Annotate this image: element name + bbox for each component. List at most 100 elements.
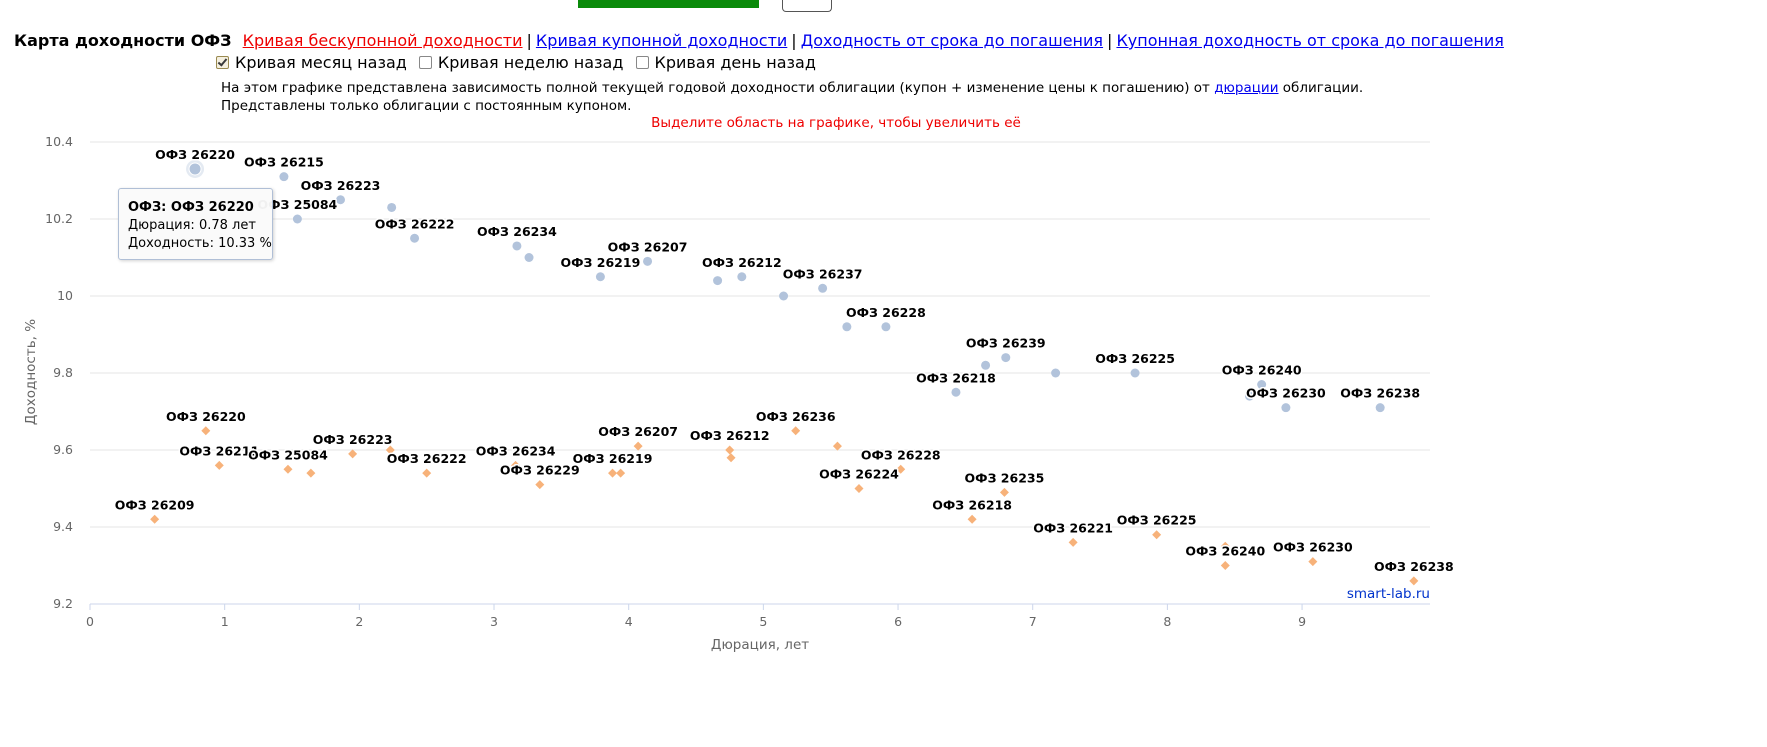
- point-label: ОФЗ 26238: [1340, 386, 1420, 401]
- data-point-month-ago[interactable]: [535, 480, 545, 490]
- point-label: ОФЗ 26221: [1033, 520, 1113, 535]
- data-point-current[interactable]: [951, 387, 961, 397]
- point-labels: ОФЗ 26220ОФЗ 26215ОФЗ 25084ОФЗ 26223ОФЗ …: [113, 145, 1455, 575]
- x-tick-label: 6: [894, 614, 902, 629]
- point-label: ОФЗ 26240: [1222, 363, 1302, 378]
- zoom-hint: Выделите область на графике, чтобы увели…: [651, 115, 1021, 131]
- data-point-month-ago[interactable]: [725, 445, 735, 455]
- point-label: ОФЗ 26234: [477, 224, 557, 239]
- point-label: ОФЗ 26225: [1095, 351, 1175, 366]
- point-label: ОФЗ 26225: [1117, 513, 1197, 528]
- data-point-month-ago[interactable]: [999, 487, 1009, 497]
- point-label: ОФЗ 26215: [244, 155, 324, 170]
- point-label: ОФЗ 26207: [608, 239, 688, 254]
- data-point-month-ago[interactable]: [283, 464, 293, 474]
- point-label: ОФЗ 26212: [702, 255, 782, 270]
- y-tick-label: 10.2: [45, 211, 73, 226]
- data-point-month-ago[interactable]: [1409, 576, 1419, 586]
- data-point-month-ago[interactable]: [608, 468, 618, 478]
- point-label: ОФЗ 26234: [476, 443, 556, 458]
- point-label: ОФЗ 26218: [916, 370, 996, 385]
- point-label: ОФЗ 26209: [115, 497, 195, 512]
- data-point-current[interactable]: [779, 291, 789, 301]
- data-point-month-ago[interactable]: [616, 468, 626, 478]
- point-label: ОФЗ 26223: [313, 432, 393, 447]
- data-point-month-ago[interactable]: [1152, 530, 1162, 540]
- tooltip-bond: ОФЗ: ОФЗ 26220: [128, 200, 254, 215]
- point-label: ОФЗ 26224: [819, 467, 899, 482]
- data-point-current[interactable]: [1051, 368, 1061, 378]
- point-label: ОФЗ 26223: [301, 178, 381, 193]
- data-point-month-ago[interactable]: [348, 449, 358, 459]
- point-label: ОФЗ 26207: [598, 424, 678, 439]
- data-point-current[interactable]: [512, 241, 522, 251]
- data-point-month-ago[interactable]: [854, 484, 864, 493]
- data-point-month-ago[interactable]: [633, 441, 643, 451]
- data-point-current[interactable]: [387, 202, 397, 212]
- x-tick-label: 2: [355, 614, 363, 629]
- data-point-current[interactable]: [335, 195, 345, 205]
- tooltip-duration: Дюрация: 0.78 лет: [128, 218, 256, 233]
- point-label: ОФЗ 26220: [155, 147, 235, 162]
- x-tick-label: 7: [1029, 614, 1037, 629]
- data-point-current[interactable]: [643, 256, 653, 266]
- data-point-month-ago[interactable]: [306, 468, 316, 478]
- data-point-month-ago[interactable]: [1308, 557, 1318, 567]
- data-point-current[interactable]: [818, 283, 828, 293]
- y-tick-label: 10: [57, 288, 73, 303]
- x-tick-label: 4: [625, 614, 633, 629]
- data-point-current[interactable]: [188, 162, 202, 176]
- data-point-current[interactable]: [279, 172, 289, 182]
- x-tick-label: 5: [759, 614, 767, 629]
- data-point-month-ago[interactable]: [967, 514, 977, 524]
- data-point-month-ago[interactable]: [726, 453, 736, 463]
- point-label: ОФЗ 26235: [965, 470, 1045, 485]
- data-point-month-ago[interactable]: [832, 441, 842, 451]
- x-tick-label: 8: [1163, 614, 1171, 629]
- data-point-month-ago[interactable]: [1068, 537, 1078, 547]
- tooltip-yield: Доходность: 10.33 %: [128, 236, 272, 251]
- credit-link[interactable]: smart-lab.ru: [1347, 586, 1430, 602]
- y-axis-title: Доходность, %: [23, 319, 39, 425]
- data-point-current[interactable]: [713, 276, 723, 286]
- data-point-current[interactable]: [292, 214, 302, 224]
- data-point-month-ago[interactable]: [1220, 561, 1230, 570]
- data-point-month-ago[interactable]: [422, 468, 432, 478]
- point-tooltip: ОФЗ: ОФЗ 26220 Дюрация: 0.78 лет Доходно…: [118, 188, 273, 260]
- data-point-month-ago[interactable]: [791, 426, 801, 436]
- y-tick-label: 9.2: [53, 596, 73, 611]
- y-tick-label: 9.6: [53, 442, 73, 457]
- point-label: ОФЗ 26229: [500, 463, 580, 478]
- data-point-current[interactable]: [981, 360, 991, 370]
- point-label: ОФЗ 26220: [166, 409, 246, 424]
- data-point-current[interactable]: [595, 272, 605, 282]
- data-point-current[interactable]: [1281, 403, 1291, 413]
- point-label: ОФЗ 26228: [861, 447, 941, 462]
- point-label: ОФЗ 26228: [846, 305, 926, 320]
- point-label: ОФЗ 26236: [756, 409, 836, 424]
- point-label: ОФЗ 26212: [690, 428, 770, 443]
- yield-scatter-chart[interactable]: Выделите область на графике, чтобы увели…: [0, 0, 1767, 747]
- point-label: ОФЗ 26219: [561, 255, 641, 270]
- x-axis-title: Дюрация, лет: [711, 637, 809, 653]
- point-label: ОФЗ 26219: [573, 451, 653, 466]
- data-point-current[interactable]: [1130, 368, 1140, 378]
- data-point-month-ago[interactable]: [201, 426, 211, 436]
- data-point-current[interactable]: [737, 272, 747, 282]
- point-label: ОФЗ 26218: [932, 497, 1012, 512]
- data-point-current[interactable]: [1001, 353, 1011, 363]
- data-point-month-ago[interactable]: [214, 460, 224, 470]
- point-label: ОФЗ 26230: [1273, 540, 1353, 555]
- point-label: ОФЗ 26240: [1185, 544, 1265, 559]
- x-tick-label: 9: [1298, 614, 1306, 629]
- data-point-month-ago[interactable]: [150, 514, 160, 524]
- y-tick-label: 10.4: [45, 134, 73, 149]
- data-point-current[interactable]: [881, 322, 891, 332]
- data-point-current[interactable]: [410, 233, 420, 243]
- point-label: ОФЗ 26222: [387, 451, 467, 466]
- data-point-current[interactable]: [524, 253, 534, 262]
- point-label: ОФЗ 26230: [1246, 386, 1326, 401]
- point-label: ОФЗ 26222: [375, 216, 455, 231]
- data-point-current[interactable]: [1375, 403, 1385, 413]
- data-point-current[interactable]: [842, 322, 852, 332]
